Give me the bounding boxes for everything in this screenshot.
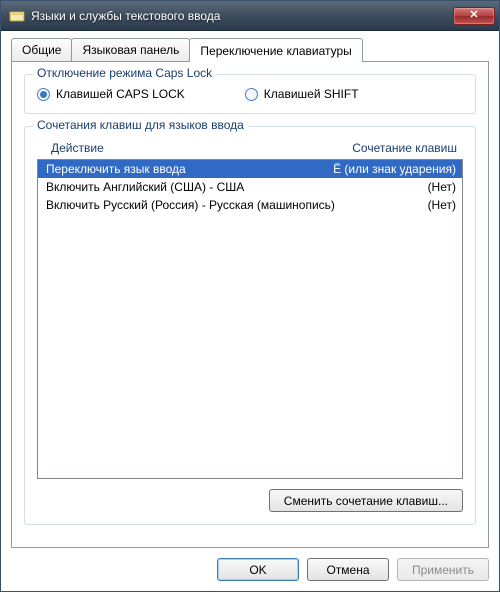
list-item[interactable]: Переключить язык ввода Ё (или знак ударе… — [38, 160, 462, 178]
radio-dot-icon — [37, 88, 50, 101]
apply-button: Применить — [397, 558, 489, 581]
app-icon — [9, 8, 25, 24]
cell-combo: (Нет) — [420, 198, 456, 212]
radio-shift-key[interactable]: Клавишей SHIFT — [245, 87, 359, 101]
capslock-options: Клавишей CAPS LOCK Клавишей SHIFT — [37, 87, 463, 101]
radio-label: Клавишей CAPS LOCK — [56, 87, 185, 101]
hotkeys-listbox[interactable]: Переключить язык ввода Ё (или знак ударе… — [37, 159, 463, 479]
titlebar[interactable]: Языки и службы текстового ввода ✕ — [1, 1, 499, 31]
list-item[interactable]: Включить Русский (Россия) - Русская (маш… — [38, 196, 462, 214]
list-item[interactable]: Включить Английский (США) - США (Нет) — [38, 178, 462, 196]
window-title: Языки и службы текстового ввода — [31, 9, 453, 23]
ok-button[interactable]: OK — [217, 558, 299, 581]
radio-dot-icon — [245, 88, 258, 101]
cell-action: Включить Русский (Россия) - Русская (маш… — [46, 198, 420, 212]
tab-language-bar[interactable]: Языковая панель — [71, 38, 190, 61]
dialog-body: Общие Языковая панель Переключение клави… — [1, 31, 499, 591]
hotkeys-button-row: Сменить сочетание клавиш... — [37, 489, 463, 512]
col-action: Действие — [51, 141, 352, 155]
radio-capslock-key[interactable]: Клавишей CAPS LOCK — [37, 87, 185, 101]
cell-combo: (Нет) — [420, 180, 456, 194]
capslock-groupbox: Отключение режима Caps Lock Клавишей CAP… — [24, 74, 476, 114]
capslock-legend: Отключение режима Caps Lock — [33, 66, 216, 80]
col-combo: Сочетание клавиш — [352, 141, 457, 155]
list-header: Действие Сочетание клавиш — [37, 139, 463, 159]
tab-strip: Общие Языковая панель Переключение клави… — [11, 37, 489, 61]
tab-panel: Отключение режима Caps Lock Клавишей CAP… — [11, 61, 489, 548]
hotkeys-groupbox: Сочетания клавиш для языков ввода Действ… — [24, 126, 476, 525]
cell-combo: Ё (или знак ударения) — [325, 162, 456, 176]
dialog-window: Языки и службы текстового ввода ✕ Общие … — [0, 0, 500, 592]
radio-label: Клавишей SHIFT — [264, 87, 359, 101]
close-button[interactable]: ✕ — [453, 7, 495, 25]
change-hotkey-button[interactable]: Сменить сочетание клавиш... — [269, 489, 463, 512]
cancel-button[interactable]: Отмена — [307, 558, 389, 581]
dialog-footer: OK Отмена Применить — [11, 558, 489, 581]
tab-keyboard-switch[interactable]: Переключение клавиатуры — [189, 38, 362, 62]
hotkeys-legend: Сочетания клавиш для языков ввода — [33, 118, 248, 132]
cell-action: Переключить язык ввода — [46, 162, 325, 176]
tab-general[interactable]: Общие — [11, 38, 72, 61]
cell-action: Включить Английский (США) - США — [46, 180, 420, 194]
